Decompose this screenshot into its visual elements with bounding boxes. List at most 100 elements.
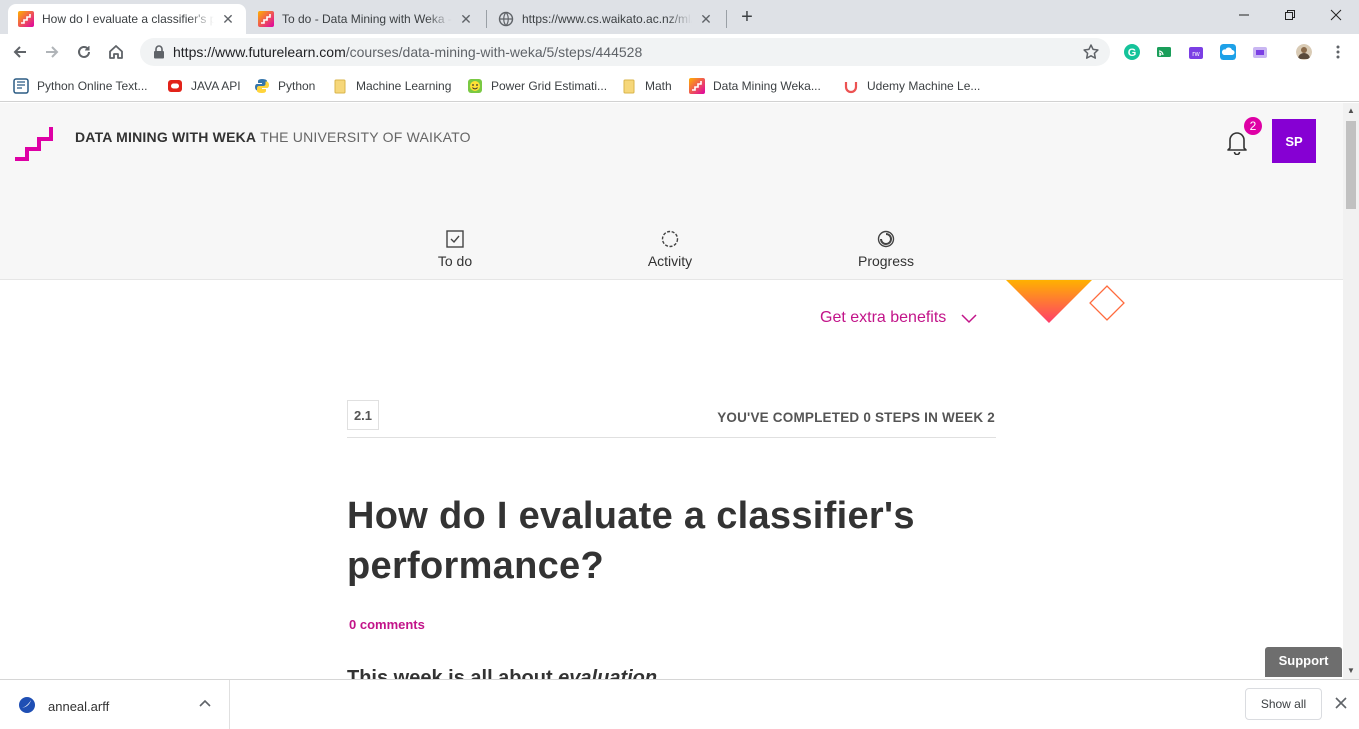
folder-icon: [334, 79, 346, 94]
bookmark-java-api[interactable]: JAVA API: [167, 76, 241, 96]
new-tab-button[interactable]: +: [737, 6, 757, 28]
progress-icon: [877, 230, 895, 248]
nav-activity[interactable]: Activity: [610, 229, 730, 269]
intro-text: This week is all about: [347, 667, 559, 679]
tab-title: To do - Data Mining with Weka -: [282, 12, 452, 26]
svg-text:rw: rw: [1192, 51, 1200, 58]
course-name: DATA MINING WITH WEKA: [75, 129, 257, 145]
bookmarks-bar: Python Online Text... JAVA API Python Ma…: [0, 70, 1359, 102]
comments-link[interactable]: 0 comments: [349, 617, 425, 632]
tab-close-icon[interactable]: ✕: [220, 11, 236, 28]
chevron-down-icon: [961, 314, 977, 324]
bookmark-udemy[interactable]: Udemy Machine Le...: [843, 76, 980, 96]
tab-todo[interactable]: To do - Data Mining with Weka - ✕: [248, 4, 484, 34]
tab-separator: [726, 10, 727, 28]
download-filename: anneal.arff: [48, 699, 110, 714]
smiley-icon: [468, 79, 482, 93]
show-all-downloads-button[interactable]: Show all: [1245, 688, 1322, 720]
puzzle-extension-icon[interactable]: rw: [1188, 44, 1204, 60]
chevron-up-icon[interactable]: [198, 697, 212, 711]
support-button[interactable]: Support: [1265, 647, 1342, 677]
user-avatar[interactable]: SP: [1272, 119, 1316, 163]
scroll-up-arrow-icon[interactable]: ▲: [1343, 103, 1359, 119]
tab-title: How do I evaluate a classifier's pe: [42, 12, 214, 26]
restore-button[interactable]: [1267, 0, 1313, 30]
url-path: /courses/data-mining-with-weka/5/steps/4…: [345, 44, 643, 60]
forward-button[interactable]: [38, 38, 66, 66]
home-button[interactable]: [102, 38, 130, 66]
grammarly-icon[interactable]: G: [1124, 44, 1140, 60]
url-text: https://www.futurelearn.com/courses/data…: [173, 44, 642, 60]
oracle-icon: [168, 80, 182, 92]
bookmark-label: Python: [278, 79, 316, 93]
course-header: DATA MINING WITH WEKA THE UNIVERSITY OF …: [0, 103, 1343, 280]
futurelearn-icon: [258, 11, 274, 27]
page-title: How do I evaluate a classifier's perform…: [347, 495, 915, 587]
get-extra-benefits-button[interactable]: Get extra benefits: [820, 309, 978, 327]
nav-label: Progress: [857, 253, 915, 269]
reload-button[interactable]: [70, 38, 98, 66]
reload-icon: [78, 45, 90, 58]
futurelearn-icon: [689, 78, 705, 94]
book-icon: [13, 78, 29, 94]
minimize-button[interactable]: [1221, 0, 1267, 30]
arrow-right-icon: [46, 46, 59, 58]
futurelearn-logo-icon[interactable]: [14, 121, 58, 163]
close-window-button[interactable]: [1313, 0, 1359, 30]
completed-steps-text: YOU'VE COMPLETED 0 STEPS IN WEEK 2: [717, 410, 995, 425]
bookmark-python-online-text[interactable]: Python Online Text...: [13, 76, 148, 96]
bookmark-label: Machine Learning: [356, 79, 452, 93]
page-viewport: DATA MINING WITH WEKA THE UNIVERSITY OF …: [0, 103, 1343, 679]
scroll-down-arrow-icon[interactable]: ▼: [1343, 663, 1359, 679]
bookmark-label: JAVA API: [191, 79, 241, 93]
close-icon: [1330, 9, 1342, 21]
vertical-scrollbar[interactable]: ▲ ▼: [1343, 103, 1359, 679]
url-host: https://www.futurelearn.com: [173, 44, 346, 60]
tab-close-icon[interactable]: ✕: [458, 11, 474, 28]
bookmark-power-grid[interactable]: Power Grid Estimati...: [467, 76, 607, 96]
udemy-icon: [844, 82, 858, 94]
notifications-bell-icon[interactable]: [1225, 129, 1249, 155]
intro-paragraph: This week is all about evaluation: [347, 667, 657, 679]
profile-avatar-icon[interactable]: [1296, 44, 1312, 60]
python-icon: [255, 79, 269, 93]
nav-to-do[interactable]: To do: [395, 229, 515, 269]
divider: [347, 437, 996, 438]
download-item[interactable]: anneal.arff: [0, 680, 230, 729]
back-button[interactable]: [6, 38, 34, 66]
cloud-extension-icon[interactable]: [1220, 44, 1236, 60]
benefits-label: Get extra benefits: [820, 309, 947, 326]
bookmark-machine-learning[interactable]: Machine Learning: [332, 76, 451, 96]
step-number: 2.1: [347, 400, 379, 430]
download-shelf: anneal.arff Show all: [0, 679, 1359, 729]
close-icon[interactable]: [1334, 696, 1348, 710]
decorative-shapes: [1006, 280, 1125, 323]
activity-icon: [661, 230, 679, 248]
menu-kebab-icon[interactable]: [1330, 44, 1346, 60]
scroll-thumb[interactable]: [1346, 121, 1356, 209]
bookmark-star-icon[interactable]: [1082, 43, 1100, 61]
browser-toolbar: https://www.futurelearn.com/courses/data…: [0, 34, 1359, 70]
bookmark-label: Power Grid Estimati...: [491, 79, 608, 93]
tv-extension-icon[interactable]: [1252, 44, 1268, 60]
bookmark-data-mining-weka[interactable]: Data Mining Weka...: [689, 76, 821, 96]
bookmark-python[interactable]: Python: [254, 76, 315, 96]
notification-count-badge: 2: [1244, 117, 1262, 135]
lock-icon: [154, 45, 164, 59]
tab-title: https://www.cs.waikato.ac.nz/ml/: [522, 12, 692, 26]
course-title[interactable]: DATA MINING WITH WEKA THE UNIVERSITY OF …: [75, 129, 471, 145]
bookmark-label: Data Mining Weka...: [713, 79, 821, 93]
svg-text:G: G: [1128, 47, 1137, 59]
tab-separator: [486, 10, 487, 28]
bookmark-math[interactable]: Math: [621, 76, 672, 96]
course-university: THE UNIVERSITY OF WAIKATO: [260, 129, 471, 145]
cast-icon[interactable]: [1156, 44, 1172, 60]
nav-progress[interactable]: Progress: [826, 229, 946, 269]
home-icon: [109, 45, 123, 59]
address-bar[interactable]: https://www.futurelearn.com/courses/data…: [140, 38, 1110, 66]
tab-classifier-performance[interactable]: How do I evaluate a classifier's pe ✕: [8, 4, 246, 34]
tab-waikato[interactable]: https://www.cs.waikato.ac.nz/ml/ ✕: [488, 4, 724, 34]
futurelearn-icon: [18, 11, 34, 27]
checkbox-icon: [446, 230, 464, 248]
tab-close-icon[interactable]: ✕: [698, 11, 714, 28]
